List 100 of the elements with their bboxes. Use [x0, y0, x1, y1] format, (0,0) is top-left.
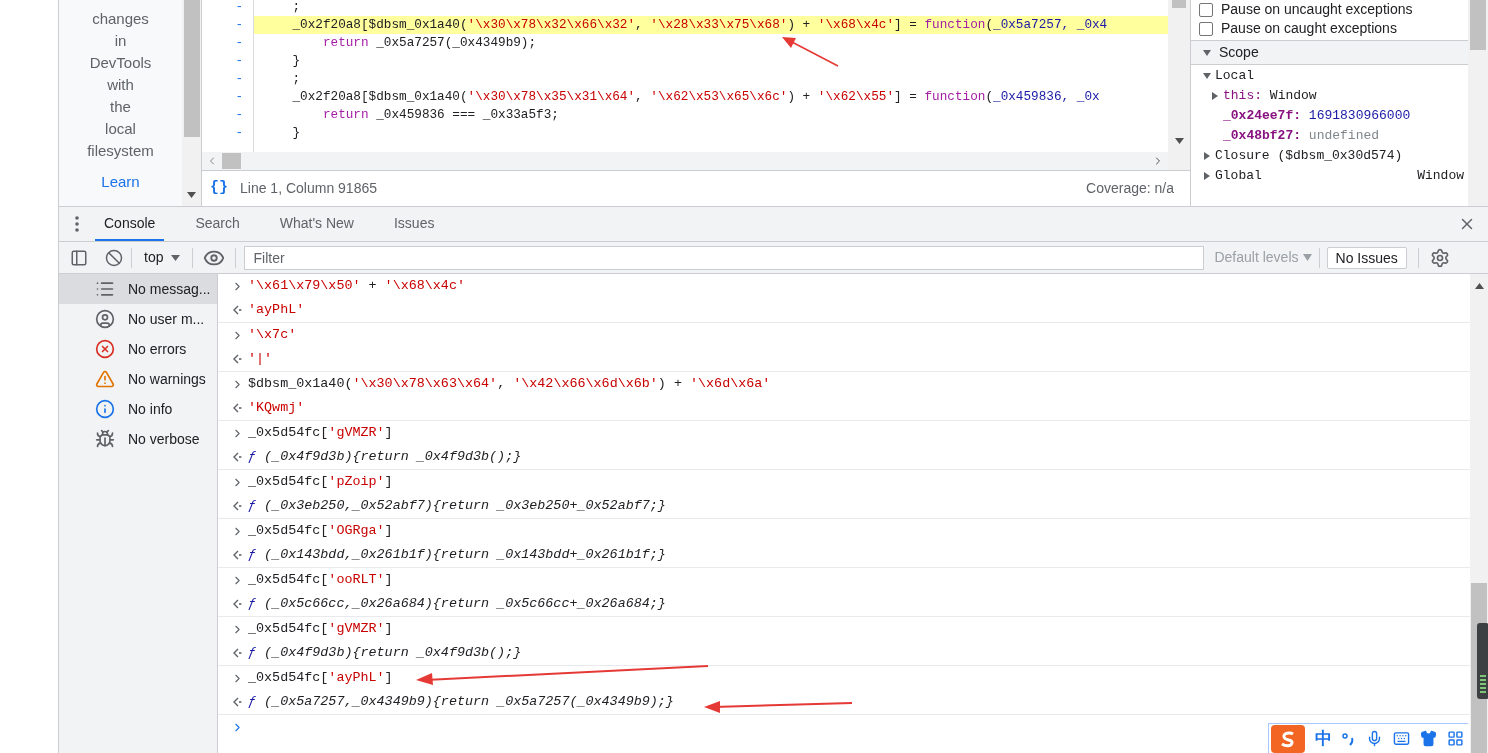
scope-section[interactable]: Global — [1215, 166, 1262, 186]
sidebar-toggle-icon[interactable] — [70, 248, 88, 267]
drawer-tab[interactable]: What's New — [270, 207, 363, 241]
checkbox-label: Pause on uncaught exceptions — [1221, 0, 1413, 19]
sync-info-text: changes — [92, 9, 149, 29]
command-text: _0x5d54fc['gVMZR'] — [248, 424, 393, 443]
code-line: ; — [291, 70, 301, 88]
result-text: ƒ (_0x4f9d3b){return _0x4f9d3b();} — [248, 448, 522, 467]
result-text: ƒ (_0x3eb250,_0x52abf7){return _0x3eb250+_0x52abf7;} — [248, 497, 666, 516]
user-icon — [95, 309, 115, 329]
scroll-down-icon[interactable] — [1174, 138, 1184, 144]
message-filter-item[interactable]: No warnings — [59, 364, 217, 394]
scrollbar-thumb[interactable] — [222, 153, 241, 169]
drawer-tab[interactable]: Issues — [385, 207, 444, 241]
more-menu-icon[interactable] — [75, 216, 79, 232]
result-arrow-icon — [233, 354, 242, 365]
code-line: } — [291, 124, 301, 142]
result-text: '|' — [248, 350, 273, 369]
result-arrow-icon — [233, 648, 242, 659]
expand-triangle-icon[interactable] — [1203, 72, 1211, 80]
sync-info-text: with — [107, 75, 134, 95]
command-text: _0x5d54fc['ooRLT'] — [248, 571, 393, 590]
command-text: _0x5d54fc['ayPhL'] — [248, 669, 393, 688]
code-line: return _0x459836 === _0x33a5f3; — [321, 106, 559, 124]
command-text: _0x5d54fc['pZoip'] — [248, 473, 393, 492]
checkbox-label: Pause on caught exceptions — [1221, 19, 1397, 38]
settings-icon[interactable] — [1429, 247, 1450, 268]
result-text: ƒ (_0x5c66cc,_0x26a684){return _0x5c66cc+_0x26a684;} — [248, 595, 666, 614]
scrollbar-thumb[interactable] — [1470, 0, 1486, 50]
info-icon — [95, 399, 115, 419]
command-text: _0x5d54fc['gVMZR'] — [248, 620, 393, 639]
keyboard-icon[interactable] — [1393, 730, 1410, 747]
result-arrow-icon — [233, 599, 242, 610]
command-text: $dbsm_0x1a40('\x30\x78\x63\x64', '\x42\x66\x6d\x6b') + '\x6d\x6a' — [248, 375, 771, 394]
diff-marker: - — [235, 70, 243, 88]
command-text: '\x61\x79\x50' + '\x68\x4c' — [248, 277, 465, 296]
command-text: '\x7c' — [248, 326, 297, 345]
scroll-up-icon[interactable] — [1474, 283, 1484, 289]
expand-triangle-icon[interactable] — [1211, 92, 1219, 100]
ime-logo-icon[interactable] — [1271, 724, 1305, 753]
message-filter-item[interactable]: No errors — [59, 334, 217, 364]
result-arrow-icon — [233, 697, 242, 708]
caret-icon — [171, 254, 181, 261]
checkbox[interactable] — [1199, 21, 1213, 36]
diff-marker: - — [235, 88, 243, 106]
expand-triangle-icon[interactable] — [1203, 152, 1211, 160]
caret-icon — [1302, 254, 1312, 261]
warning-icon — [95, 369, 115, 389]
result-arrow-icon — [233, 403, 242, 414]
expand-triangle-icon[interactable] — [1203, 172, 1211, 180]
result-text: 'KQwmj' — [248, 399, 305, 418]
microphone-icon[interactable] — [1366, 730, 1383, 747]
diff-marker: - — [235, 106, 243, 124]
result-text: 'ayPhL' — [248, 301, 305, 320]
code-line: ; — [291, 0, 301, 16]
diff-marker: - — [235, 16, 243, 34]
annotation-arrow — [782, 36, 840, 68]
sync-info-text: the — [110, 97, 131, 117]
message-filter-item[interactable]: No verbose — [59, 424, 217, 454]
diff-marker: - — [235, 0, 243, 16]
checkbox[interactable] — [1199, 2, 1213, 17]
punctuation-icon[interactable] — [1342, 731, 1356, 746]
bug-icon — [95, 429, 115, 449]
scope-variable: _0x24ee7f: 1691830966000 — [1223, 107, 1411, 126]
message-filter-item[interactable]: No info — [59, 394, 217, 424]
result-text: ƒ (_0x4f9d3b){return _0x4f9d3b();} — [248, 644, 522, 663]
sync-info-text: filesystem — [87, 141, 154, 161]
scope-section[interactable]: Local — [1215, 66, 1254, 86]
result-arrow-icon — [233, 452, 242, 463]
scope-variable: this: Window — [1223, 87, 1317, 106]
expand-triangle-icon[interactable] — [1203, 48, 1211, 57]
sync-info-text: in — [114, 31, 127, 51]
sync-info-text: DevTools — [89, 53, 152, 73]
scroll-down-icon[interactable] — [187, 192, 196, 198]
diff-marker: - — [235, 124, 243, 142]
input-mode-toggle[interactable]: 中 — [1315, 725, 1332, 752]
context-dropdown[interactable]: top — [140, 247, 185, 268]
scrollbar-thumb[interactable] — [1172, 0, 1186, 8]
filter-field[interactable]: Filter — [244, 245, 1205, 270]
message-filter-item[interactable]: No user m... — [59, 304, 217, 334]
issues-button[interactable]: No Issues — [1326, 246, 1407, 269]
message-filter-item[interactable]: No messag... — [59, 274, 217, 304]
list-icon — [95, 279, 115, 299]
result-arrow-icon — [233, 305, 242, 316]
code-line: } — [291, 52, 301, 70]
scrollbar-thumb[interactable] — [1471, 583, 1487, 753]
scope-header[interactable]: Scope — [1219, 42, 1259, 63]
diff-marker: - — [235, 52, 243, 70]
scrollbar-thumb[interactable] — [183, 0, 200, 137]
shirt-icon[interactable] — [1420, 730, 1437, 747]
sync-info-text: local — [105, 119, 136, 139]
result-text: ƒ (_0x143bdd,_0x261b1f){return _0x143bdd+_0x261b1f;} — [248, 546, 666, 565]
drawer-tab[interactable]: Search — [186, 207, 249, 241]
command-text: _0x5d54fc['OGRga'] — [248, 522, 393, 541]
code-line: _0x2f20a8[$dbsm_0x1a40('\x30\x78\x35\x31\x64', '\x62\x53\x65\x6c') + '\x62\x55'] = function(_0x459836, _0x — [291, 88, 1100, 106]
learn-link[interactable]: Learn — [101, 172, 140, 192]
pretty-print-button[interactable]: {} — [210, 177, 228, 200]
clear-console-icon[interactable] — [105, 248, 123, 267]
scope-section[interactable]: Closure ($dbsm_0x30d574) — [1215, 146, 1403, 166]
grid-icon[interactable] — [1447, 730, 1464, 747]
